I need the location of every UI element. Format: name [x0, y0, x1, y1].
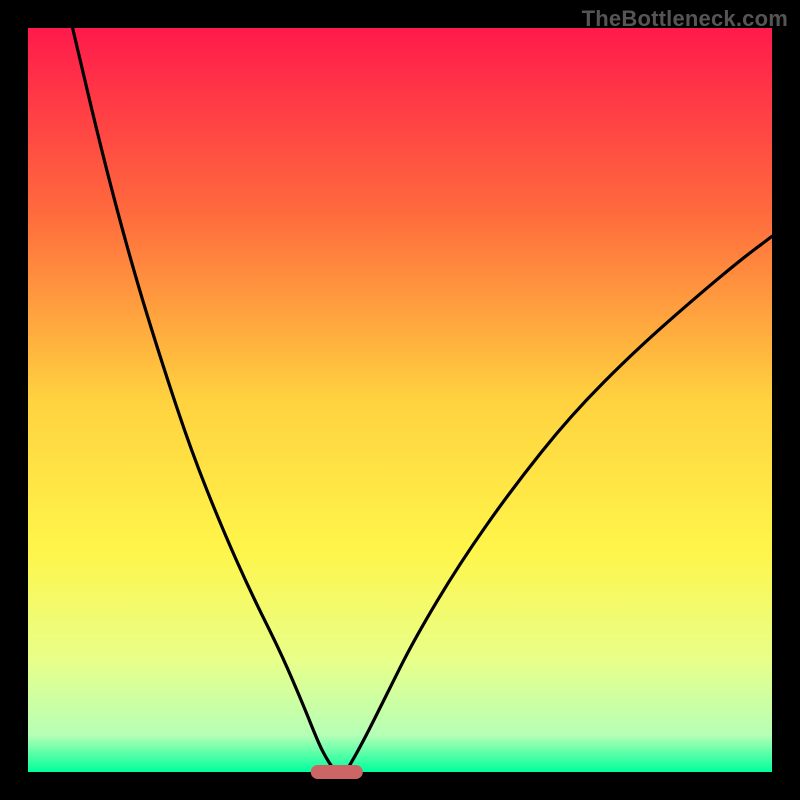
bottleneck-chart: TheBottleneck.com	[0, 0, 800, 800]
chart-svg	[0, 0, 800, 800]
watermark-label: TheBottleneck.com	[582, 6, 788, 32]
